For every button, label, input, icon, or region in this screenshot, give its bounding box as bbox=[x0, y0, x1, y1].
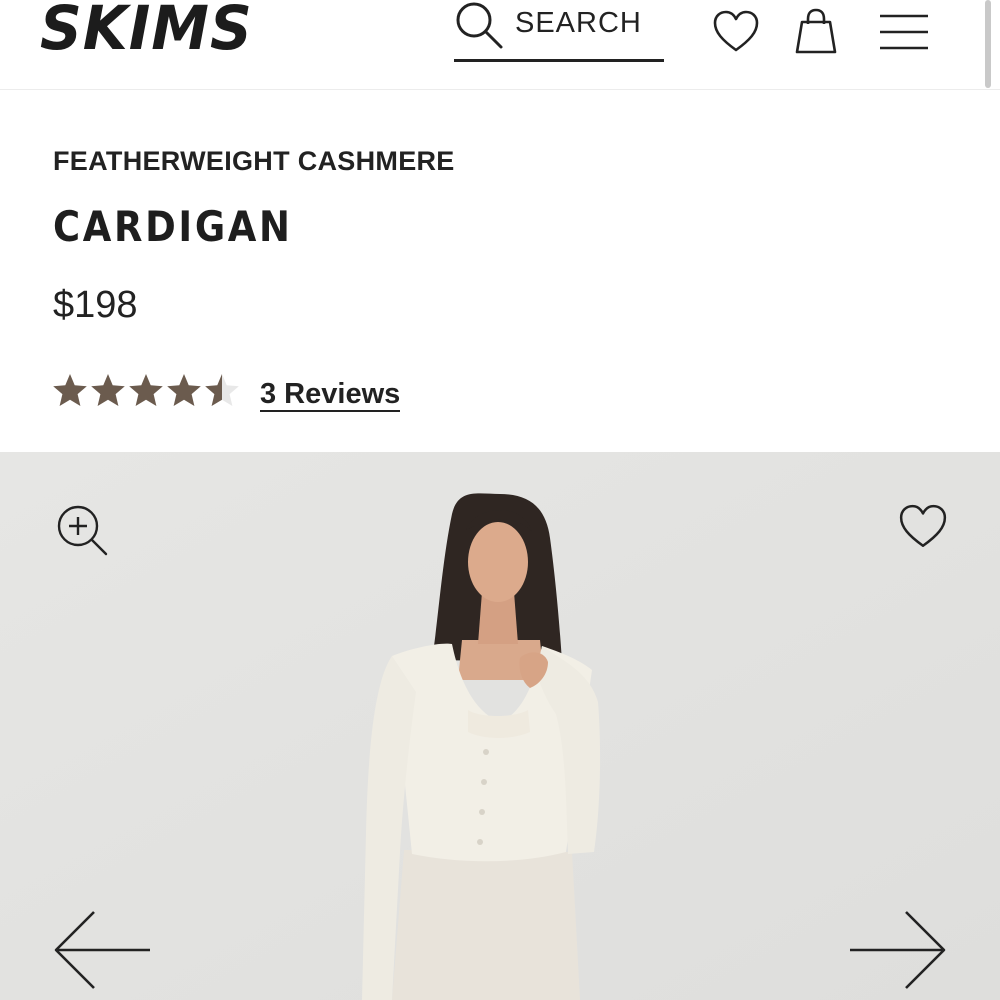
search-icon bbox=[456, 2, 503, 49]
star-icon bbox=[129, 374, 163, 406]
site-header: SKIMS SEARCH bbox=[0, 0, 1000, 90]
product-title: CARDIGAN bbox=[53, 202, 293, 251]
bag-icon[interactable] bbox=[794, 8, 838, 54]
half-star-icon bbox=[205, 374, 239, 406]
product-image-gallery[interactable] bbox=[0, 452, 1000, 1000]
star-icon bbox=[91, 374, 125, 406]
arrow-left-icon[interactable] bbox=[52, 908, 152, 992]
menu-icon[interactable] bbox=[878, 12, 930, 52]
star-icon bbox=[167, 374, 201, 406]
arrow-right-icon[interactable] bbox=[848, 908, 948, 992]
scrollbar[interactable] bbox=[985, 0, 991, 88]
star-icon bbox=[53, 374, 87, 406]
reviews-link[interactable]: 3 Reviews bbox=[260, 378, 401, 412]
skims-logo[interactable]: SKIMS bbox=[40, 0, 253, 58]
favorite-heart-icon[interactable] bbox=[898, 504, 948, 550]
product-collection: FEATHERWEIGHT CASHMERE bbox=[53, 146, 455, 176]
wishlist-heart-icon[interactable] bbox=[712, 10, 760, 54]
star-rating bbox=[53, 374, 239, 406]
product-price: $198 bbox=[53, 284, 138, 326]
search-label: SEARCH bbox=[515, 7, 642, 39]
zoom-in-icon[interactable] bbox=[56, 504, 110, 558]
search-bar[interactable]: SEARCH bbox=[454, 0, 664, 62]
